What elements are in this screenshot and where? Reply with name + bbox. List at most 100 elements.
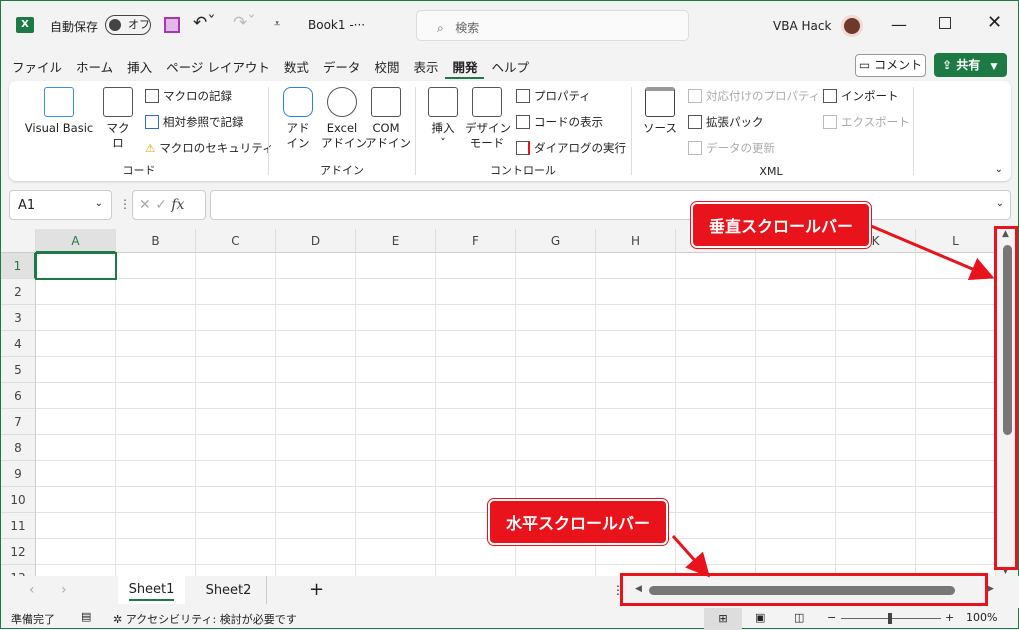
normal-view-button[interactable]: ⊞ xyxy=(704,608,742,630)
row-header[interactable]: 1 xyxy=(1,253,36,279)
label: アド イン xyxy=(286,121,310,150)
zoom-slider-thumb[interactable] xyxy=(888,613,892,624)
zoom-level[interactable]: 100% xyxy=(966,611,997,624)
row-header[interactable]: 4 xyxy=(1,331,36,357)
row-header[interactable]: 3 xyxy=(1,305,36,331)
refresh-data-button[interactable]: データの更新 xyxy=(688,138,775,158)
scroll-right-icon[interactable]: ▶ xyxy=(987,584,994,594)
gridline xyxy=(435,253,436,576)
triangle-ruler-icon xyxy=(472,87,502,117)
map-properties-button[interactable]: 対応付けのプロパティ xyxy=(688,86,820,106)
expansion-pack-button[interactable]: 拡張パック xyxy=(688,112,764,132)
page-layout-view-button[interactable]: ▣ xyxy=(755,611,765,624)
addin-button[interactable]: アド イン xyxy=(281,87,315,151)
accessibility-status[interactable]: ✲ アクセシビリティ: 検討が必要です xyxy=(113,611,297,627)
macro-security-button[interactable]: ⚠ マクロのセキュリティ xyxy=(145,138,274,158)
selected-cell-a1[interactable] xyxy=(35,252,117,280)
zoom-in-button[interactable]: + xyxy=(945,611,954,624)
zoom-slider[interactable] xyxy=(841,613,941,624)
import-icon xyxy=(823,89,837,103)
export-button[interactable]: エクスポート xyxy=(823,112,910,132)
sheet-tab-sheet1[interactable]: Sheet1 xyxy=(118,576,185,604)
column-header[interactable]: C xyxy=(196,229,276,253)
macro-record-status-icon[interactable]: ▤ xyxy=(81,610,91,623)
tab-4[interactable]: 数式 xyxy=(277,53,316,79)
column-header[interactable]: A xyxy=(36,229,116,253)
share-button[interactable]: ⇪ 共有 ▼ xyxy=(934,53,1007,77)
row-header[interactable]: 10 xyxy=(1,487,36,513)
tab-2[interactable]: 挿入 xyxy=(120,53,159,79)
tab-3[interactable]: ページ レイアウト xyxy=(159,53,277,79)
column-header[interactable]: F xyxy=(436,229,516,253)
customize-qat-icon[interactable]: ⩡ xyxy=(274,17,280,31)
column-header[interactable]: B xyxy=(116,229,196,253)
run-dialog-button[interactable]: ダイアログの実行 xyxy=(516,138,626,158)
row-header[interactable]: 13 xyxy=(1,565,36,576)
enter-icon[interactable]: ✓ xyxy=(155,197,167,213)
column-header[interactable]: E xyxy=(356,229,436,253)
name-box[interactable]: A1 ⌄ xyxy=(9,190,112,220)
accessibility-label: アクセシビリティ: 検討が必要です xyxy=(125,613,297,626)
page-break-view-button[interactable]: ◫ xyxy=(794,611,804,624)
import-button[interactable]: インポート xyxy=(823,86,899,106)
row-header[interactable]: 7 xyxy=(1,409,36,435)
close-button[interactable]: ✕ xyxy=(987,12,1002,33)
chevron-down-icon: ⌄ xyxy=(94,198,103,209)
column-header[interactable]: H xyxy=(596,229,676,253)
save-icon[interactable] xyxy=(164,17,180,33)
macro-button[interactable]: マクロ xyxy=(101,87,135,151)
relative-reference-button[interactable]: 相対参照で記録 xyxy=(145,112,244,132)
row-header[interactable]: 8 xyxy=(1,435,36,461)
comment-button[interactable]: ▭ コメント xyxy=(855,54,926,77)
view-code-button[interactable]: コードの表示 xyxy=(516,112,603,132)
row-header[interactable]: 11 xyxy=(1,513,36,539)
add-sheet-button[interactable]: + xyxy=(309,579,324,600)
tab-9[interactable]: ヘルプ xyxy=(484,53,536,79)
label: Visual Basic xyxy=(24,121,94,135)
formula-bar-input[interactable]: ⌄ xyxy=(210,190,1011,220)
insert-control-button[interactable]: 挿入 ˇ xyxy=(425,87,461,151)
excel-addin-button[interactable]: Excel アドイン xyxy=(321,87,367,151)
column-header[interactable]: L xyxy=(916,229,996,253)
tab-6[interactable]: 校閲 xyxy=(367,53,406,79)
maximize-button[interactable] xyxy=(939,17,951,29)
design-mode-button[interactable]: デザイン モード xyxy=(465,87,511,151)
next-sheet-icon[interactable]: › xyxy=(61,582,67,598)
select-all-corner[interactable] xyxy=(1,229,36,253)
row-header[interactable]: 9 xyxy=(1,461,36,487)
refresh-data-icon xyxy=(688,141,702,155)
zoom-out-button[interactable]: − xyxy=(827,611,836,624)
row-header[interactable]: 6 xyxy=(1,383,36,409)
expand-formula-icon[interactable]: ⌄ xyxy=(996,198,1004,209)
horizontal-highlight-box xyxy=(620,573,988,606)
tab-5[interactable]: データ xyxy=(316,53,368,79)
minimize-button[interactable]: — xyxy=(891,15,907,34)
row-header[interactable]: 2 xyxy=(1,279,36,305)
column-header[interactable]: D xyxy=(276,229,356,253)
search-box[interactable]: ⌕ 検索 xyxy=(416,10,689,41)
autosave-toggle[interactable]: オフ xyxy=(105,15,151,35)
comment-icon: ▭ xyxy=(858,58,871,72)
row-header[interactable]: 12 xyxy=(1,539,36,565)
redo-icon[interactable]: ↷ˇ xyxy=(233,13,256,33)
collapse-ribbon-icon[interactable]: ⌄ xyxy=(995,164,1003,175)
com-addin-button[interactable]: COM アドイン xyxy=(365,87,411,151)
visual-basic-button[interactable]: Visual Basic xyxy=(23,87,95,136)
sheet-tab-sheet2[interactable]: Sheet2 xyxy=(191,576,267,604)
column-header[interactable]: G xyxy=(516,229,596,253)
grid-icon xyxy=(145,115,159,129)
tab-0[interactable]: ファイル xyxy=(5,53,69,79)
tab-7[interactable]: 表示 xyxy=(406,53,445,79)
undo-icon[interactable]: ↶ˇ xyxy=(193,13,216,33)
prev-sheet-icon[interactable]: ‹ xyxy=(29,582,35,598)
row-header[interactable]: 5 xyxy=(1,357,36,383)
tab-8[interactable]: 開発 xyxy=(445,53,485,79)
function-icon[interactable]: fx xyxy=(171,197,184,213)
cancel-icon[interactable]: ✕ xyxy=(139,197,151,213)
tab-1[interactable]: ホーム xyxy=(69,53,120,79)
record-macro-button[interactable]: マクロの記録 xyxy=(145,86,232,106)
properties-button[interactable]: プロパティ xyxy=(516,86,591,106)
xml-source-button[interactable]: ソース xyxy=(643,87,677,136)
record-icon xyxy=(145,89,159,103)
avatar[interactable] xyxy=(841,15,863,37)
